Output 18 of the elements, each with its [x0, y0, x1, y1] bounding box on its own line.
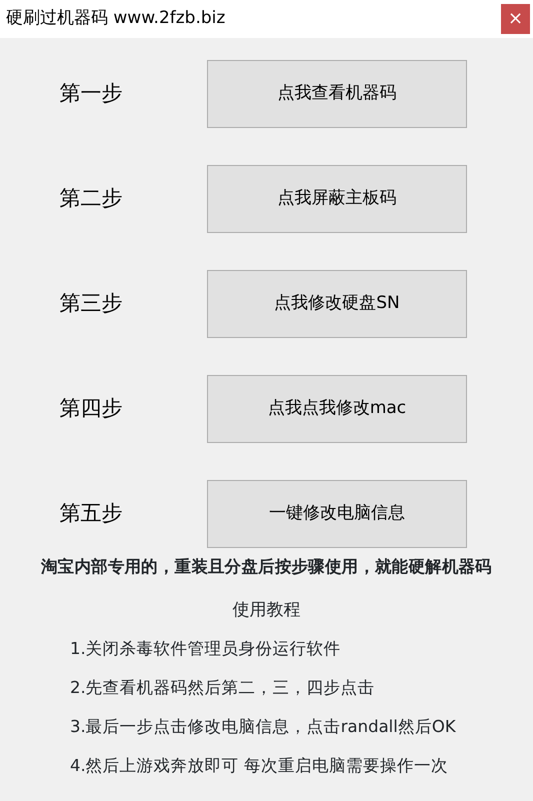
window-title: 硬刷过机器码 www.2fzb.biz [6, 7, 226, 30]
step-label: 第二步 [58, 185, 124, 212]
notice-text: 淘宝内部专用的，重装且分盘后按步骤使用，就能硬解机器码 [40, 556, 493, 578]
step-button[interactable]: 点我修改硬盘SN [207, 270, 467, 338]
tutorial-step: 1.关闭杀毒软件管理员身份运行软件 [0, 637, 533, 662]
step-button[interactable]: 点我点我修改mac [207, 375, 467, 443]
tutorial-step: 3.最后一步点击修改电脑信息，点击randall然后OK [0, 714, 533, 740]
step-label: 第五步 [58, 500, 124, 528]
step-label: 第三步 [58, 290, 124, 318]
tutorial-step: 4.然后上游戏奔放即可 每次重启电脑需要操作一次 [0, 754, 533, 778]
close-button[interactable]: × [501, 4, 530, 34]
step-label: 第一步 [58, 80, 124, 108]
step-button[interactable]: 点我查看机器码 [207, 60, 467, 128]
step-label: 第四步 [58, 395, 124, 422]
step-button[interactable]: 一键修改电脑信息 [207, 480, 467, 548]
tutorial-step: 2.先查看机器码然后第二，三，四步点击 [0, 676, 533, 701]
step-button[interactable]: 点我屏蔽主板码 [207, 165, 467, 233]
tutorial-title: 使用教程 [232, 598, 302, 622]
